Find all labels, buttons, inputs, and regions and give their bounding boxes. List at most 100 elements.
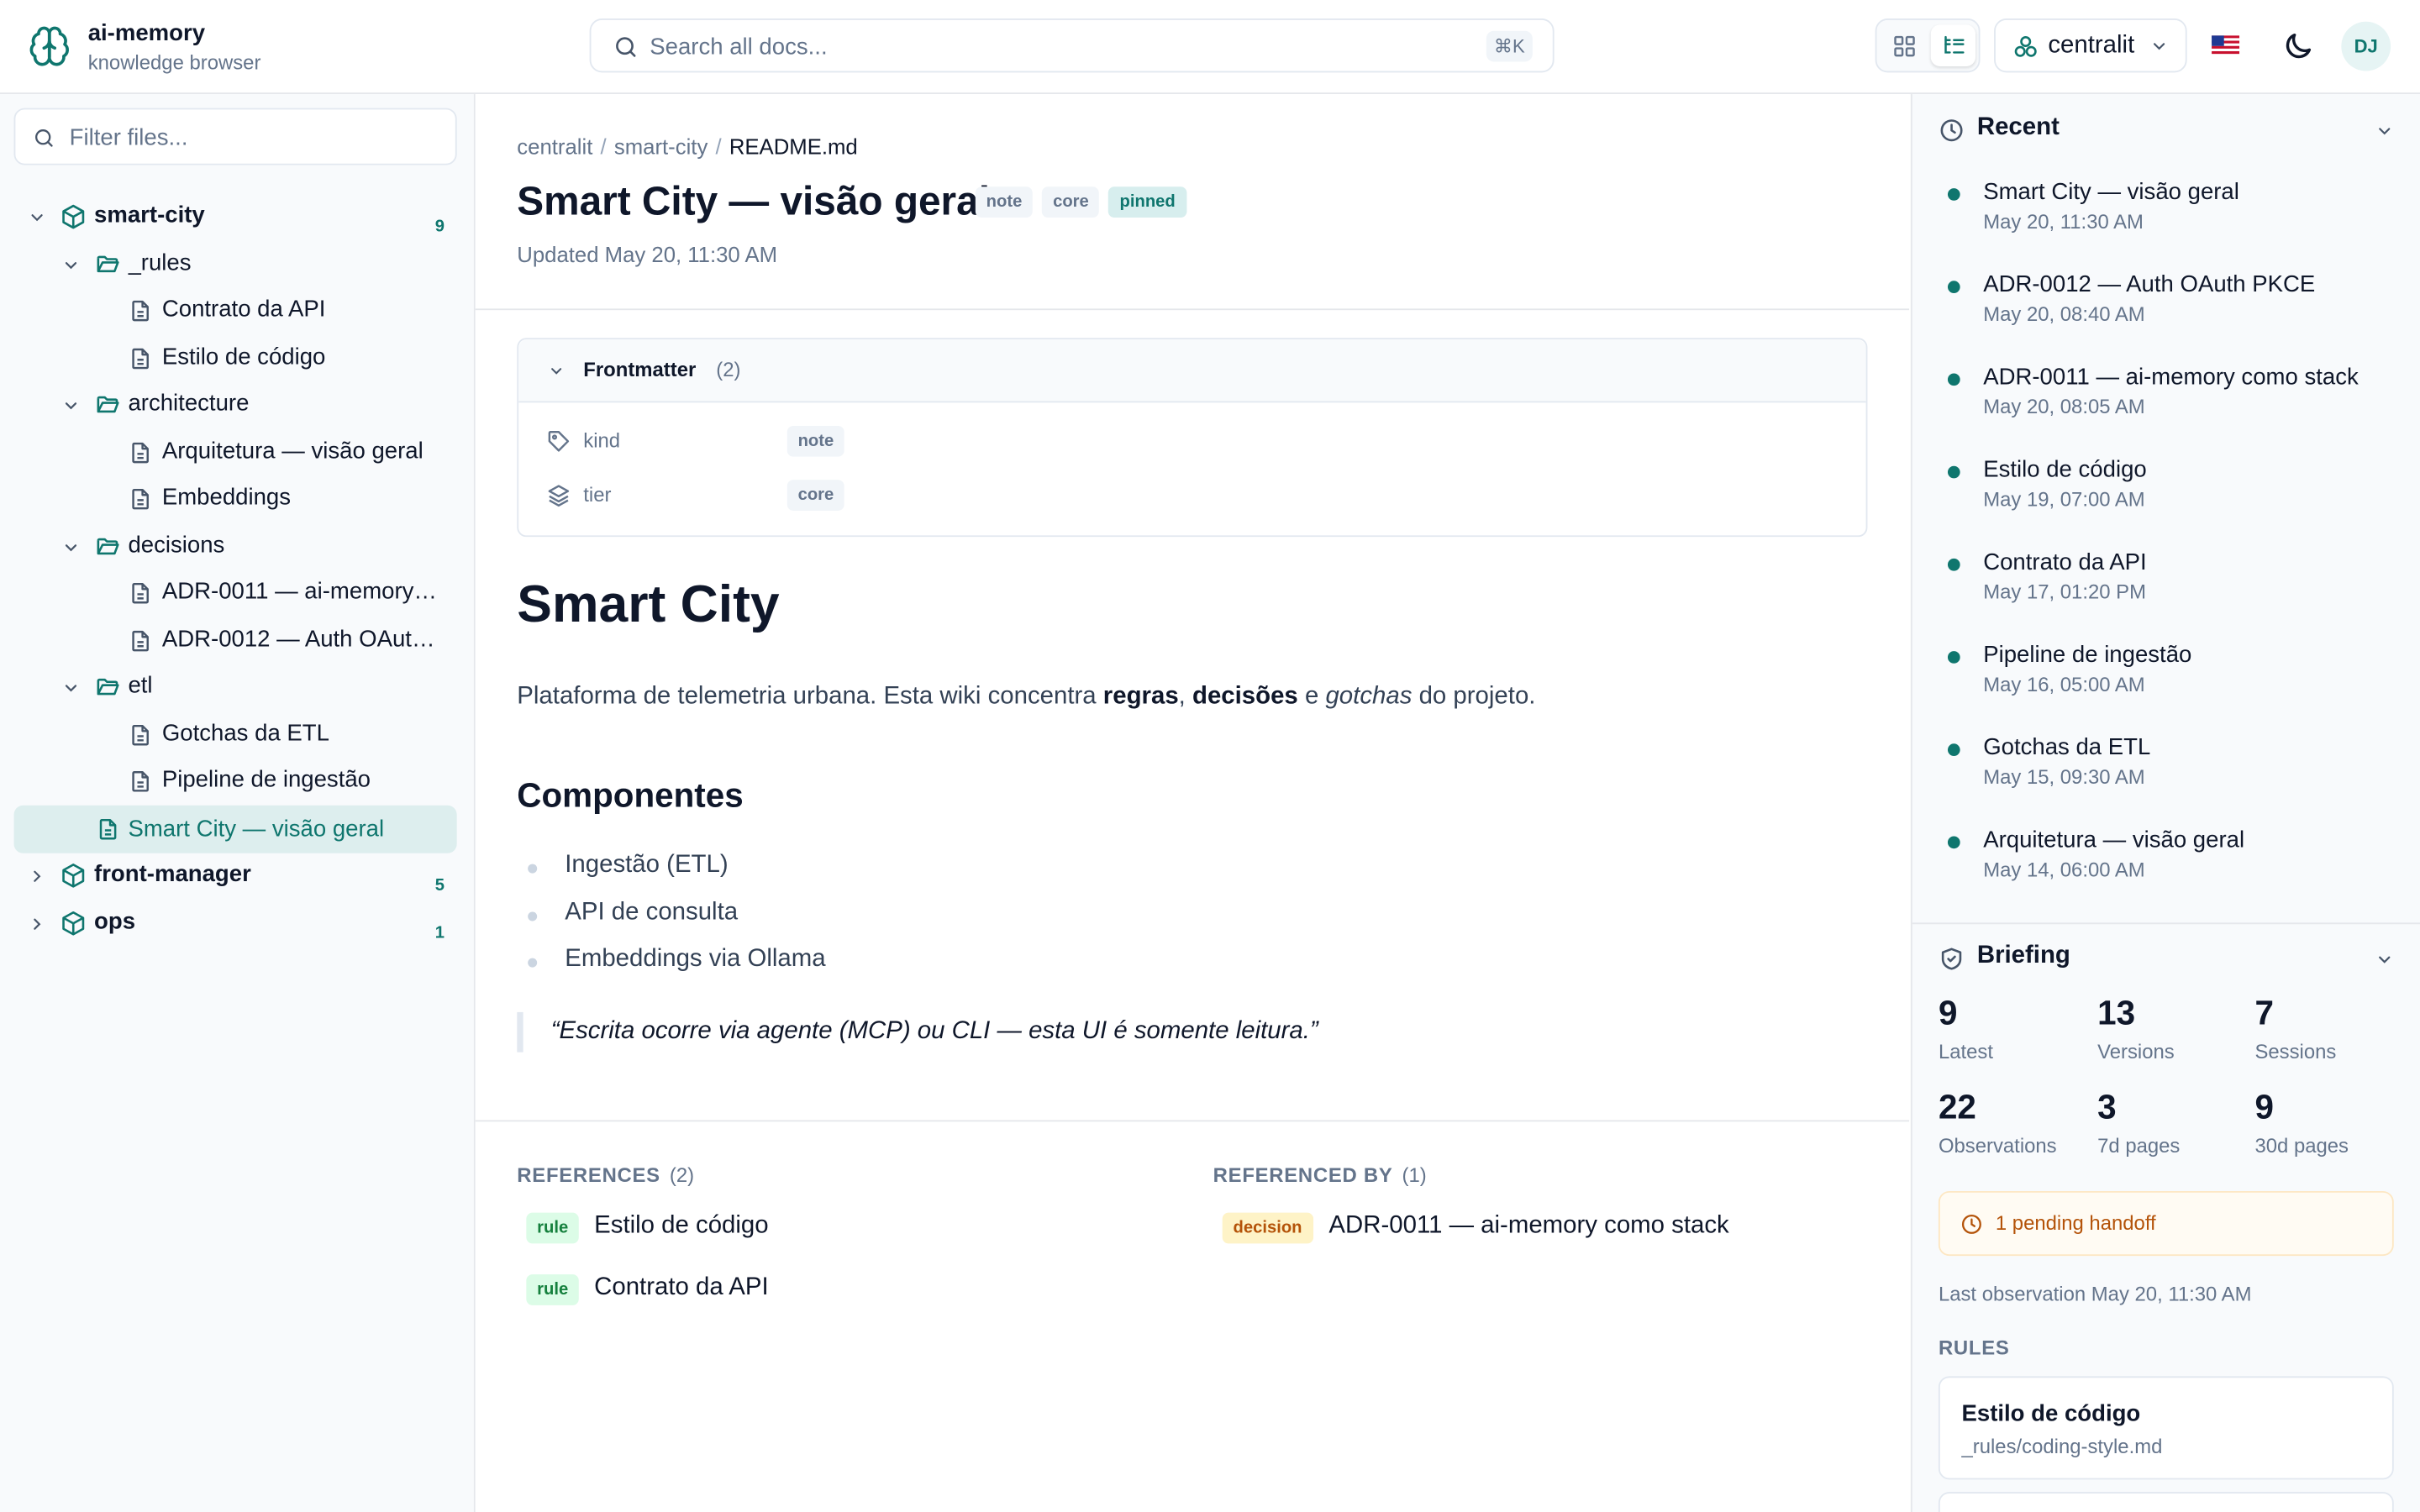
list-item: Ingestão (ETL)	[528, 851, 729, 879]
app-subtitle: knowledge browser	[87, 50, 261, 75]
right-panel: Recent Smart City — visão geral May 20, 1…	[1910, 94, 2420, 1512]
tree-file[interactable]: ADR-0011 — ai-memory…	[128, 571, 445, 614]
tree-file-label: Gotchas da ETL	[161, 720, 329, 747]
search-shortcut-hint: ⌘K	[1486, 30, 1533, 62]
recent-item-title: Estilo de código	[1983, 456, 2147, 483]
tree-file[interactable]: Gotchas da ETL	[128, 713, 445, 756]
pending-handoff-alert[interactable]: 1 pending handoff	[1938, 1190, 2394, 1257]
tree-file[interactable]: Contrato da API	[128, 288, 445, 331]
recent-title: Recent	[1976, 113, 2060, 141]
tag-badge: note	[975, 186, 1034, 218]
text-run: ,	[1178, 683, 1192, 710]
us-flag-icon[interactable]	[2212, 35, 2240, 55]
tree-file-label: ADR-0012 — Auth OAut…	[161, 626, 435, 653]
tree-file-active[interactable]: Smart City — visão geral	[13, 805, 457, 853]
text-run: e	[1297, 683, 1326, 710]
recent-item-title: Gotchas da ETL	[1983, 734, 2151, 761]
doc-tags: note core pinned	[975, 186, 1196, 218]
file-text-icon	[132, 300, 149, 322]
user-avatar[interactable]: DJ	[2341, 21, 2391, 71]
stat-latest: 9 Latest	[1939, 994, 1993, 1063]
frontmatter-row: kind note	[518, 421, 1865, 461]
rule-card[interactable]: Estilo de código _rules/coding-style.md	[1938, 1376, 2394, 1480]
frontmatter-toggle[interactable]: Frontmatter (2)	[518, 339, 1866, 403]
chevron-down-icon	[2379, 128, 2391, 135]
folder-open-icon	[97, 255, 119, 273]
tree-file[interactable]: Arquitetura — visão geral	[128, 430, 445, 473]
referenced-by-heading: REFERENCED BY (1)	[1213, 1163, 1427, 1187]
recent-item-title: Arquitetura — visão geral	[1983, 827, 2245, 853]
moon-icon[interactable]	[2281, 29, 2315, 63]
breadcrumb-item[interactable]: centralit	[517, 134, 592, 159]
reference-link[interactable]: rule Estilo de código	[526, 1210, 1144, 1247]
tree-file[interactable]: Estilo de código	[128, 336, 445, 379]
tree-project-smart-city[interactable]: smart-city 9	[28, 194, 445, 237]
blockquote: “Escrita ocorre via agente (MCP) ou CLI …	[517, 1011, 1318, 1053]
breadcrumb: centralit / smart-city / README.md	[517, 134, 857, 159]
view-mode-toggle	[1875, 18, 1981, 73]
recent-header[interactable]: Recent	[1939, 113, 2394, 150]
recent-dot	[1947, 836, 1960, 849]
recent-item[interactable]: Pipeline de ingestão May 16, 05:00 AM	[1947, 642, 2402, 703]
tree-view-button[interactable]	[1930, 24, 1976, 66]
tree-project-ops[interactable]: ops 1	[28, 901, 445, 944]
recent-item[interactable]: ADR-0011 — ai-memory como stack May 20, 0…	[1947, 364, 2402, 425]
recent-item[interactable]: Gotchas da ETL May 15, 09:30 AM	[1947, 734, 2402, 795]
recent-item[interactable]: Arquitetura — visão geral May 14, 06:00 A…	[1947, 827, 2402, 888]
tree-file[interactable]: Embeddings	[128, 477, 445, 520]
recent-item[interactable]: Contrato da API May 17, 01:20 PM	[1947, 549, 2402, 611]
recent-item-title: Pipeline de ingestão	[1983, 642, 2192, 669]
stat-value: 7	[2254, 993, 2274, 1032]
chevron-down-icon	[65, 402, 77, 410]
breadcrumb-item[interactable]: smart-city	[614, 134, 708, 159]
search-input[interactable]	[650, 29, 1453, 64]
recent-item[interactable]: Estilo de código May 19, 07:00 AM	[1947, 456, 2402, 518]
tree-file-label: Embeddings	[161, 484, 292, 511]
rule-card[interactable]	[1938, 1492, 2394, 1512]
briefing-title: Briefing	[1976, 942, 2070, 969]
tree-file[interactable]: ADR-0012 — Auth OAut…	[128, 619, 445, 662]
recent-item-date: May 16, 05:00 AM	[1983, 672, 2145, 696]
tree-folder-etl[interactable]: etl	[61, 665, 447, 708]
backlink-title: ADR-0011 — ai-memory como stack	[1328, 1212, 1729, 1239]
global-search[interactable]: ⌘K	[589, 18, 1555, 73]
file-text-icon	[132, 582, 149, 604]
stat-value: 9	[1938, 993, 1958, 1032]
divider	[475, 308, 1910, 311]
recent-item-title: ADR-0012 — Auth OAuth PKCE	[1983, 271, 2316, 298]
reference-title: Contrato da API	[594, 1274, 769, 1301]
file-text-icon	[132, 724, 149, 746]
frontmatter-panel: Frontmatter (2) kind note tier core	[517, 338, 1868, 538]
references-label: REFERENCES	[517, 1163, 660, 1187]
references-count: (2)	[669, 1163, 695, 1187]
recent-item-title: Smart City — visão geral	[1983, 179, 2239, 206]
recent-item[interactable]: Smart City — visão geral May 20, 11:30 AM	[1947, 179, 2402, 240]
stat-label: Observations	[1938, 1134, 2057, 1158]
list-item: Embeddings via Ollama	[528, 945, 826, 973]
pending-handoff-text: 1 pending handoff	[1995, 1210, 2156, 1235]
tree-project-front-manager[interactable]: front-manager 5	[28, 853, 445, 896]
referenced-by-label: REFERENCED BY	[1213, 1163, 1393, 1187]
briefing-header[interactable]: Briefing	[1939, 941, 2394, 978]
tree-file[interactable]: Pipeline de ingestão	[128, 759, 445, 802]
tree-project-label: smart-city	[94, 202, 205, 228]
recent-item[interactable]: ADR-0012 — Auth OAuth PKCE May 20, 08:40 …	[1947, 271, 2402, 333]
file-text-icon	[132, 630, 149, 652]
tree-project-label: front-manager	[94, 860, 251, 888]
tree-file-label: Contrato da API	[161, 296, 326, 323]
backlink[interactable]: decision ADR-0011 — ai-memory como stack	[1222, 1210, 1870, 1247]
clock-icon	[1961, 1214, 1981, 1234]
tree-folder-rules[interactable]: _rules	[61, 242, 447, 285]
rule-path: _rules/coding-style.md	[1961, 1435, 2163, 1458]
stat-label: 30d pages	[2254, 1134, 2349, 1158]
reference-link[interactable]: rule Contrato da API	[526, 1271, 1144, 1308]
grid-view-button[interactable]	[1881, 24, 1926, 66]
project-selector[interactable]: centralit	[1994, 18, 2187, 73]
tree-folder-decisions[interactable]: decisions	[61, 524, 447, 567]
package-icon	[62, 204, 85, 229]
tree-file-label: ADR-0011 — ai-memory…	[161, 578, 437, 606]
filter-box[interactable]	[13, 108, 457, 165]
tree-folder-architecture[interactable]: architecture	[61, 383, 447, 426]
filter-input[interactable]	[69, 122, 433, 153]
tree-file-label: Arquitetura — visão geral	[161, 438, 424, 465]
